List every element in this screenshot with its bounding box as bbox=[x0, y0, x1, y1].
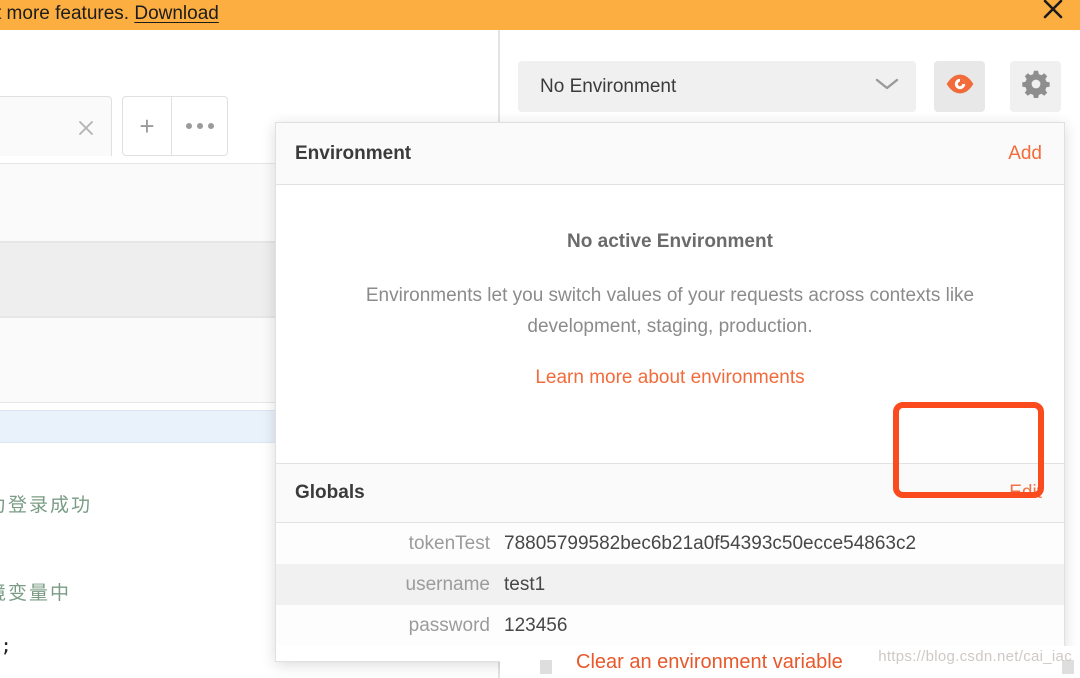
eye-icon bbox=[945, 73, 975, 100]
table-row[interactable]: tokenTest 78805799582bec6b21a0f54393c50e… bbox=[276, 523, 1064, 564]
table-row[interactable]: username test1 bbox=[276, 564, 1064, 605]
request-tab[interactable] bbox=[0, 96, 112, 156]
plus-icon: + bbox=[139, 111, 155, 141]
promo-download-link[interactable]: Download bbox=[134, 3, 219, 24]
variable-key: password bbox=[408, 614, 490, 636]
promo-banner-message: t more features. bbox=[0, 3, 135, 24]
environment-selector[interactable]: No Environment bbox=[518, 61, 916, 112]
environment-dropdown-panel: Environment Add No active Environment En… bbox=[275, 122, 1065, 662]
chevron-down-icon bbox=[874, 76, 900, 97]
variable-value: 123456 bbox=[504, 614, 568, 636]
globals-variable-table: tokenTest 78805799582bec6b21a0f54393c50e… bbox=[276, 523, 1064, 646]
settings-button[interactable] bbox=[1010, 61, 1061, 112]
environment-selector-value: No Environment bbox=[540, 75, 677, 97]
environment-empty-state: No active Environment Environments let y… bbox=[276, 185, 1064, 463]
table-row[interactable]: password 123456 bbox=[276, 605, 1064, 646]
promo-banner: t more features. Download bbox=[0, 0, 1080, 30]
variable-key: username bbox=[405, 573, 491, 595]
variable-value: 78805799582bec6b21a0f54393c50ecce54863c2 bbox=[504, 532, 917, 554]
code-line: 认为登录成功 bbox=[0, 494, 93, 516]
close-icon[interactable] bbox=[75, 117, 97, 144]
promo-banner-text: t more features. Download bbox=[0, 0, 219, 29]
watermark: https://blog.csdn.net/cai_iac bbox=[878, 648, 1072, 665]
close-icon bbox=[1041, 0, 1065, 21]
globals-header: Globals Edit bbox=[276, 463, 1064, 523]
empty-state-description: Environments let you switch values of yo… bbox=[365, 285, 975, 337]
quick-look-button[interactable] bbox=[934, 61, 985, 112]
new-tab-button[interactable]: + bbox=[122, 96, 172, 156]
add-environment-button[interactable]: Add bbox=[1008, 143, 1042, 165]
code-line: 环境变量中 bbox=[0, 582, 72, 604]
variable-value: test1 bbox=[504, 573, 546, 595]
empty-state-title: No active Environment bbox=[567, 231, 773, 252]
environment-panel-header: Environment Add bbox=[276, 123, 1064, 185]
learn-more-link[interactable]: Learn more about environments bbox=[535, 367, 804, 389]
globals-title: Globals bbox=[295, 482, 365, 503]
tab-more-actions-button[interactable] bbox=[172, 96, 228, 156]
code-line: en); bbox=[0, 635, 12, 657]
scroll-nub-left bbox=[540, 660, 552, 674]
ellipsis-icon bbox=[185, 123, 214, 129]
environment-panel-title: Environment bbox=[295, 142, 412, 164]
snippet-label: Clear an environment variable bbox=[576, 650, 843, 673]
globals-edit-button[interactable]: Edit bbox=[1009, 482, 1042, 504]
screenshot-root: t more features. Download + 登录成功 变量中 ; N… bbox=[0, 0, 1080, 678]
variable-key: tokenTest bbox=[408, 532, 490, 554]
promo-close-button[interactable] bbox=[1040, 0, 1066, 22]
gear-icon bbox=[1021, 70, 1050, 103]
